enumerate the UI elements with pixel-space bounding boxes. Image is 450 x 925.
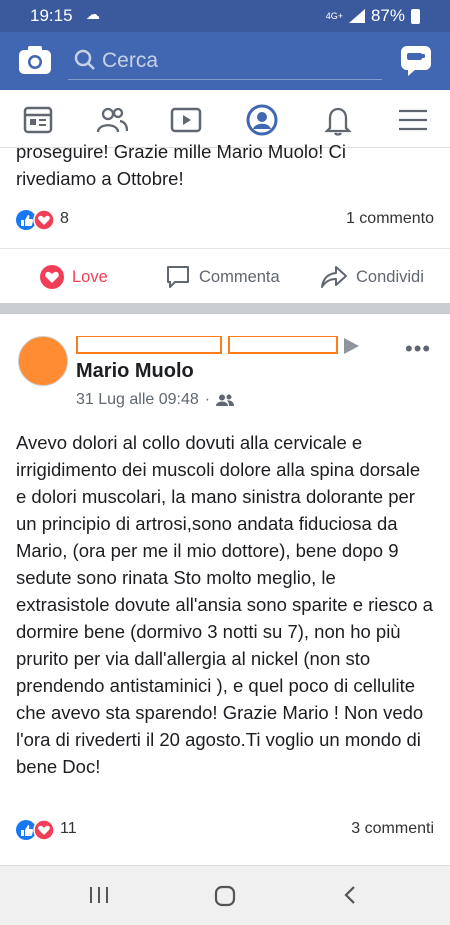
status-time: 19:15 (30, 6, 73, 25)
like-love-reaction-icons (16, 209, 55, 231)
share-icon (321, 266, 347, 288)
arrow-right-icon (344, 338, 359, 354)
reactions-summary[interactable]: 11 3 commenti (16, 817, 434, 843)
redacted-name (76, 336, 222, 354)
post-actions: Love Commenta Condividi (0, 248, 450, 303)
status-bar: 19:15 ☁ 4G+ 87% (0, 0, 450, 32)
comment-icon (167, 266, 189, 288)
profile-icon[interactable] (246, 104, 278, 136)
back-icon[interactable] (340, 884, 360, 906)
recent-apps-icon[interactable] (88, 884, 110, 906)
news-feed-icon[interactable] (22, 104, 54, 136)
weather-icon: ☁ (86, 6, 100, 22)
reactions-summary[interactable]: 8 1 commento (16, 207, 434, 233)
share-button[interactable]: Condividi (320, 263, 424, 291)
home-icon[interactable] (213, 884, 237, 908)
post-separator (0, 303, 450, 314)
status-right: 4G+ 87% (326, 6, 420, 26)
search-placeholder: Cerca (102, 49, 159, 72)
post-text: proseguire! Grazie mille Mario Muolo! Ci… (16, 141, 347, 189)
comments-count[interactable]: 3 commenti (351, 820, 434, 838)
redacted-name (228, 336, 338, 354)
post-text: Avevo dolori al collo dovuti alla cervic… (16, 432, 433, 777)
friends-audience-icon (216, 394, 235, 406)
reaction-count: 8 (60, 210, 69, 227)
avatar[interactable] (18, 336, 68, 386)
friends-icon[interactable] (96, 104, 128, 136)
notifications-icon[interactable] (322, 104, 354, 136)
more-options-icon[interactable]: ••• (405, 336, 431, 362)
post-date[interactable]: 31 Lug alle 09:48 (76, 391, 199, 409)
like-love-reaction-icons (16, 819, 55, 841)
comments-count[interactable]: 1 commento (346, 210, 434, 228)
signal-icon (348, 9, 365, 23)
search-icon (74, 49, 95, 70)
reaction-count: 11 (60, 820, 77, 837)
system-nav-bar (0, 865, 450, 925)
post-author[interactable]: Mario Muolo (76, 360, 194, 383)
love-button[interactable]: Love (40, 263, 108, 291)
menu-icon[interactable] (397, 104, 429, 136)
network-indicator: 4G+ (325, 10, 343, 21)
messenger-icon[interactable] (400, 45, 432, 77)
comment-button[interactable]: Commenta (165, 263, 280, 291)
love-icon (40, 265, 64, 289)
post-meta: 31 Lug alle 09:48 · (76, 391, 235, 409)
watch-icon[interactable] (170, 104, 202, 136)
camera-icon[interactable] (18, 45, 52, 75)
battery-icon (411, 8, 420, 24)
battery-percent: 87% (370, 6, 405, 25)
top-app-bar: Cerca (0, 32, 450, 90)
search-input[interactable]: Cerca (68, 42, 382, 80)
